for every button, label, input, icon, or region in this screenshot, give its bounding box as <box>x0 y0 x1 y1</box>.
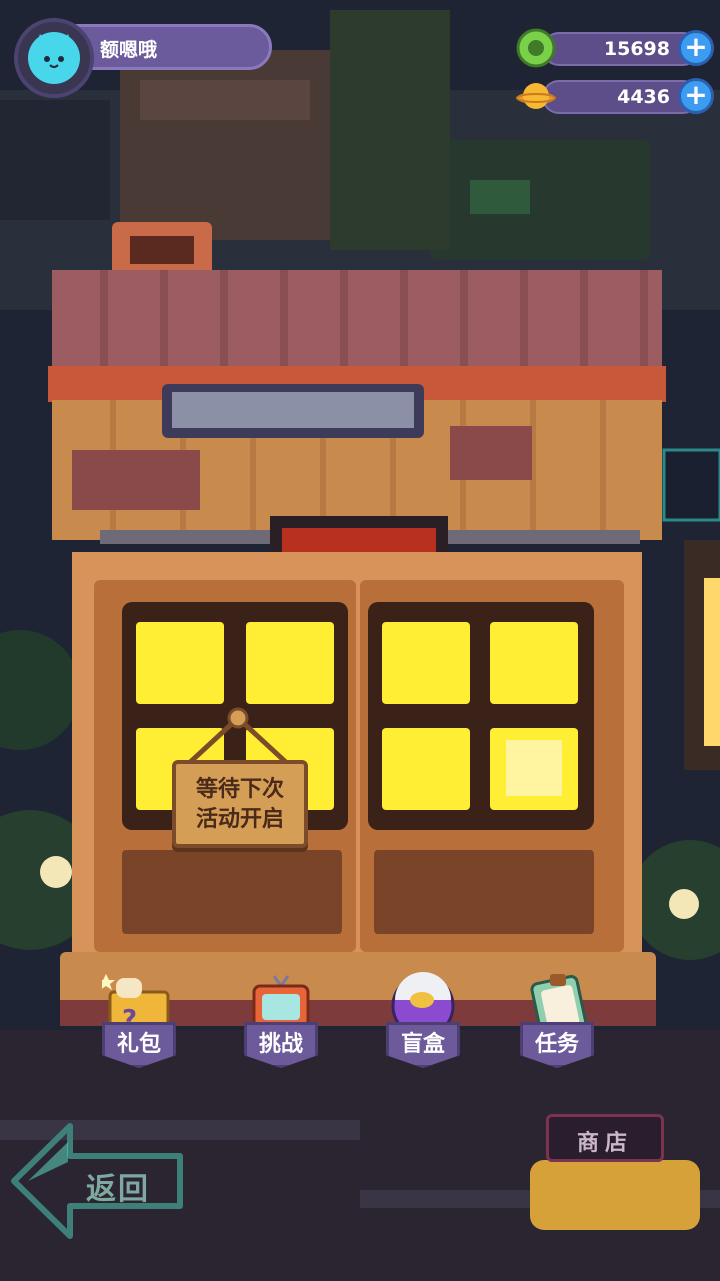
green-coin-value: 15698 <box>603 38 670 60</box>
currency-planet-coins: 4436 + <box>514 76 714 116</box>
sign-line-1: 等待下次 <box>195 777 284 802</box>
add-green-coins-button[interactable]: + <box>678 30 714 66</box>
cat-avatar-icon <box>28 32 80 84</box>
sign-line-2: 活动开启 <box>195 807 284 832</box>
green-coin-icon <box>516 28 556 68</box>
avatar[interactable] <box>14 18 94 98</box>
menu-label: 礼包 <box>102 1022 176 1068</box>
add-planet-coins-button[interactable]: + <box>678 78 714 114</box>
shop-building-scene <box>0 0 720 1281</box>
menu-label: 挑战 <box>244 1022 318 1068</box>
planet-coin-value: 4436 <box>617 86 670 108</box>
currency-green-coins: 15698 + <box>514 28 714 68</box>
back-button[interactable]: 返回 <box>10 1122 190 1240</box>
shop-label: 商店 <box>576 1131 633 1156</box>
menu-label: 任务 <box>520 1022 594 1068</box>
player-profile[interactable]: 额嗯哦 <box>14 18 272 98</box>
menu-gift-pack-button[interactable]: ? 礼包 <box>84 970 194 1080</box>
event-status-sign: 等待下次 活动开启 <box>172 760 308 848</box>
menu-blind-box-button[interactable]: 盲盒 <box>368 970 478 1080</box>
back-label: 返回 <box>86 1172 150 1207</box>
menu-tasks-button[interactable]: 任务 <box>502 970 612 1080</box>
menu-label: 盲盒 <box>386 1022 460 1068</box>
player-name: 额嗯哦 <box>100 39 158 61</box>
planet-coin-icon <box>516 83 556 109</box>
menu-challenge-button[interactable]: 挑战 <box>226 970 336 1080</box>
shop-button[interactable]: 商店 <box>546 1114 664 1162</box>
